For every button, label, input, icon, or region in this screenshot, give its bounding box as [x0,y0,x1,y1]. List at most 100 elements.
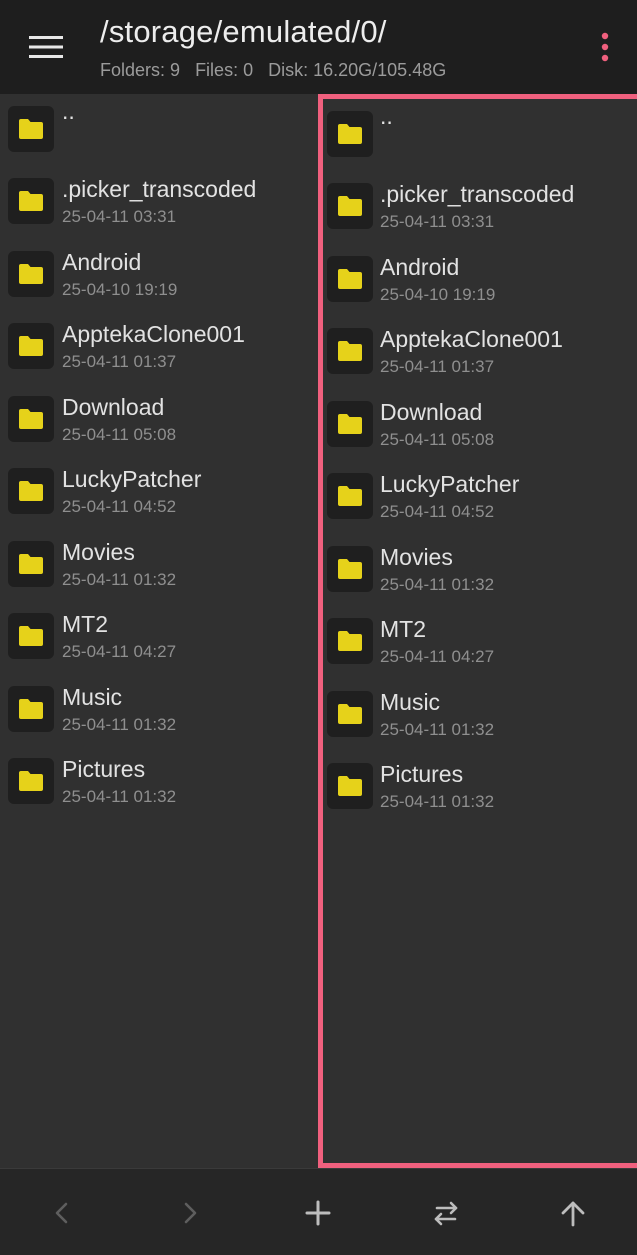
folder-row[interactable]: Pictures 25-04-11 01:32 [0,746,318,819]
folder-tile [8,540,54,587]
swap-panes-button[interactable] [422,1189,470,1237]
folder-icon [338,558,362,579]
folder-tile [327,763,373,809]
folder-icon [338,631,362,651]
folder-modified-date: 25-04-11 01:32 [62,569,177,589]
left-file-list: .. .picker_transcoded 25-04-11 03:31 Andro… [0,94,318,819]
folder-row[interactable]: Movies 25-04-11 01:32 [323,534,637,607]
folder-row[interactable]: Download 25-04-11 05:08 [0,384,318,457]
folder-row[interactable]: .picker_transcoded 25-04-11 03:31 [323,171,637,244]
folder-tile [8,395,54,442]
hamburger-menu-icon [29,36,63,58]
left-pane: .. .picker_transcoded 25-04-11 03:31 Andro… [0,94,318,1168]
add-button[interactable] [294,1189,342,1237]
folder-modified-date: 25-04-11 01:37 [380,357,495,376]
folder-tile [327,111,373,157]
folder-icon [338,268,362,289]
folder-row[interactable]: LuckyPatcher 25-04-11 04:52 [0,456,318,529]
folder-name: Music [380,688,441,715]
folder-name: Download [380,398,483,425]
folder-name: Android [380,253,460,280]
folder-icon [338,703,362,724]
folder-name: .picker_transcoded [62,176,257,202]
more-options-button[interactable] [587,24,623,70]
folder-modified-date: 25-04-11 03:31 [380,212,495,231]
folder-icon [338,196,362,216]
folder-name: Movies [62,538,135,565]
folder-modified-date: 25-04-11 01:32 [380,719,495,739]
folder-count: Folders: 9 [100,60,181,80]
folder-tile [327,618,373,664]
folder-row[interactable]: Music 25-04-11 01:32 [323,679,637,752]
folder-icon [338,776,362,796]
folder-tile [327,255,373,302]
parent-directory-label: .. [380,103,393,129]
folder-modified-date: 25-04-11 01:32 [62,714,177,734]
folder-tile [327,183,373,229]
back-button[interactable] [38,1189,86,1237]
folder-row[interactable]: MT2 25-04-11 04:27 [323,606,637,679]
folder-row[interactable]: Android 25-04-10 19:19 [0,239,318,312]
folder-tile [327,328,373,374]
folder-tile [8,250,54,297]
folder-modified-date: 25-04-11 01:37 [62,352,177,371]
parent-directory-row[interactable]: .. [323,99,637,171]
folder-row[interactable]: Music 25-04-11 01:32 [0,674,318,747]
folder-row[interactable]: ApptekaClone001 25-04-11 01:37 [0,311,318,384]
folder-icon [19,771,43,791]
folder-icon [338,124,362,144]
folder-icon [338,486,362,506]
folder-modified-date: 25-04-11 03:31 [62,207,177,226]
folder-modified-date: 25-04-10 19:19 [380,284,496,304]
folder-tile [8,178,54,224]
folder-modified-date: 25-04-11 05:08 [380,429,495,449]
folder-name: MT2 [380,616,426,642]
folder-icon [19,698,43,719]
folder-modified-date: 25-04-11 01:32 [380,574,495,594]
folder-name: Download [62,393,165,420]
folder-modified-date: 25-04-11 04:52 [380,502,495,521]
folder-tile [8,758,54,804]
folder-tile [327,473,373,519]
right-file-list: .. .picker_transcoded 25-04-11 03:31 Andro… [323,99,637,824]
folder-icon [19,263,43,284]
folder-icon [19,336,43,356]
folder-tile [327,690,373,737]
folder-name: Music [62,683,123,710]
folder-tile [8,323,54,369]
parent-directory-row[interactable]: .. [0,94,318,166]
folder-icon [19,119,43,139]
folder-row[interactable]: Android 25-04-10 19:19 [323,244,637,317]
folder-icon [338,413,362,434]
folder-row[interactable]: Pictures 25-04-11 01:32 [323,751,637,824]
folder-modified-date: 25-04-11 04:27 [380,647,495,666]
right-pane-active: .. .picker_transcoded 25-04-11 03:31 Andro… [318,94,637,1168]
folder-modified-date: 25-04-11 04:52 [62,497,177,516]
swap-horizontal-icon [434,1201,458,1226]
file-count: Files: 0 [195,60,254,80]
folder-icon [19,481,43,501]
folder-name: ApptekaClone001 [380,326,563,352]
folder-row[interactable]: LuckyPatcher 25-04-11 04:52 [323,461,637,534]
folder-row[interactable]: Download 25-04-11 05:08 [323,389,637,462]
folder-modified-date: 25-04-11 04:27 [62,642,177,661]
forward-button[interactable] [166,1189,214,1237]
folder-row[interactable]: ApptekaClone001 25-04-11 01:37 [323,316,637,389]
folder-row[interactable]: .picker_transcoded 25-04-11 03:31 [0,166,318,239]
chevron-left-icon [55,1202,68,1224]
menu-button[interactable] [20,24,72,70]
folder-row[interactable]: Movies 25-04-11 01:32 [0,529,318,602]
folder-name: Pictures [380,761,464,787]
folder-name: Movies [380,543,453,570]
folder-name: ApptekaClone001 [62,321,245,347]
folder-modified-date: 25-04-11 01:32 [62,787,177,806]
chevron-right-icon [184,1202,197,1224]
folder-name: Android [62,248,142,275]
folder-icon [19,191,43,211]
folder-tile [327,545,373,592]
go-up-button[interactable] [549,1189,597,1237]
folder-row[interactable]: MT2 25-04-11 04:27 [0,601,318,674]
folder-icon [19,408,43,429]
folder-modified-date: 25-04-11 05:08 [62,424,177,444]
arrow-up-icon [561,1201,585,1227]
